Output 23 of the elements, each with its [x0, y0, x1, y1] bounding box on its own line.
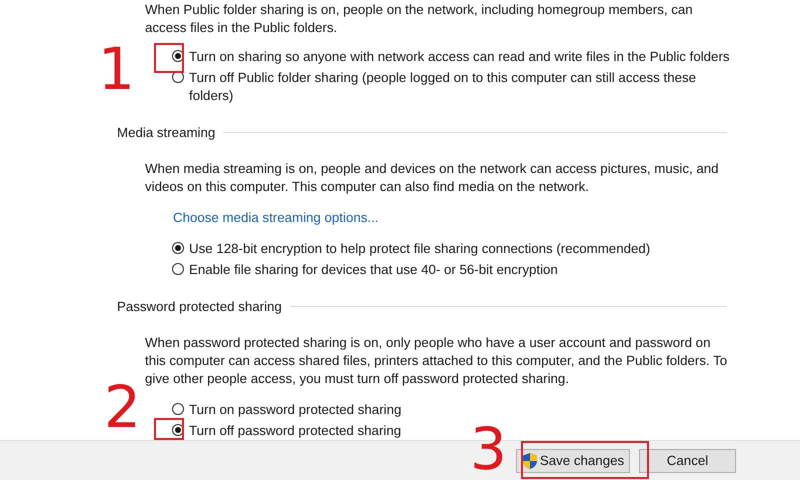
highlight-box	[154, 418, 184, 440]
step-number: 1	[98, 40, 135, 98]
save-button[interactable]: Save changes	[516, 448, 630, 472]
radio-button[interactable]	[172, 263, 184, 275]
radio-button[interactable]	[172, 242, 184, 254]
highlight-box	[154, 43, 184, 73]
radio-option[interactable]: Turn on password protected sharing	[172, 401, 402, 419]
radio-option[interactable]: Turn on sharing so anyone with network access can read and write files in the Public folders	[172, 48, 730, 66]
radio-option[interactable]: Turn off password protected sharing	[172, 422, 402, 440]
streaming-options-link[interactable]: Choose media streaming options...	[173, 209, 378, 227]
step-number: 2	[104, 378, 141, 436]
section-heading: Media streaming	[117, 125, 216, 140]
description-text: When Public folder sharing is on, people on the network, including homegroup members, can access files in the Public folders.	[145, 1, 694, 37]
description-text: When media streaming is on, people and devices on the network can access pictures, music, and videos on this computer. This computer can also find media on the network.	[145, 160, 720, 196]
step-number: 3	[470, 420, 507, 478]
radio-option[interactable]: Turn off Public folder sharing (people logged on to this computer can still access these folders)	[172, 69, 732, 105]
cancel-button[interactable]: Cancel	[639, 448, 736, 472]
description-text: When password protected sharing is on, only people who have a user account and password on this computer can access shared files, printers attached to this computer, and the Public folders. To give other people access, you must turn off password protected sharing.	[145, 334, 728, 388]
radio-option[interactable]: Use 128-bit encryption to help protect file sharing connections (recommended)	[172, 240, 650, 258]
section-heading: Password protected sharing	[117, 299, 282, 314]
radio-option[interactable]: Enable file sharing for devices that use 40- or 56-bit encryption	[172, 261, 558, 279]
shield-icon	[522, 452, 538, 470]
radio-button[interactable]	[172, 403, 184, 415]
